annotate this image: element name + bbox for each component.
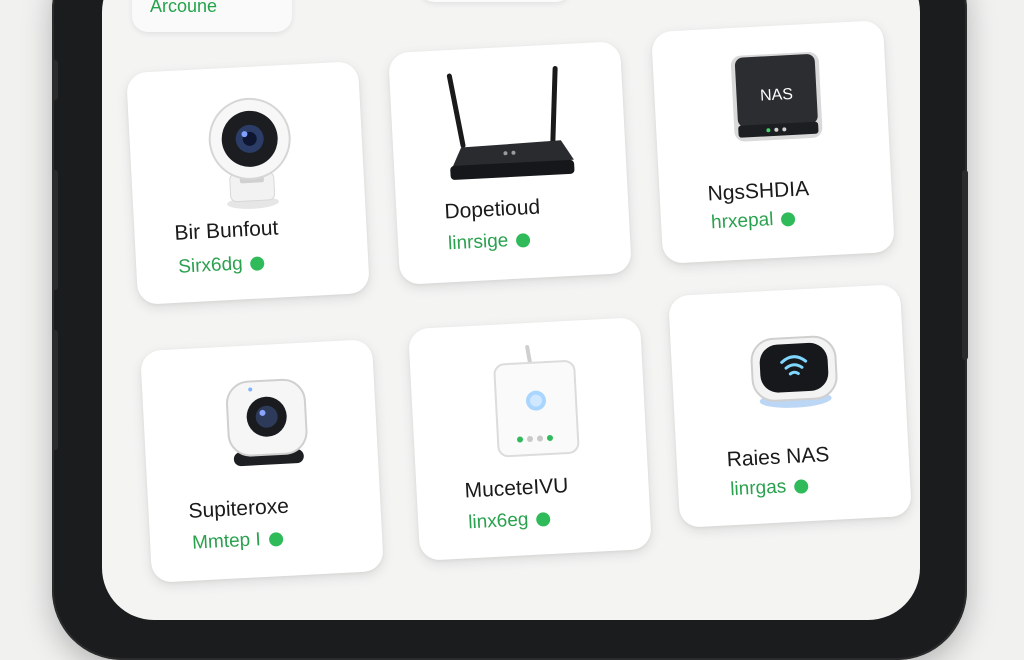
device-name: Raies NAS bbox=[726, 443, 830, 472]
device-status: Mmtep I bbox=[192, 528, 284, 555]
device-status: hrxepal bbox=[711, 208, 796, 234]
device-card[interactable]: MuceteIVU linx6eg bbox=[408, 317, 652, 561]
device-card[interactable]: Dopetioud linrsige bbox=[388, 41, 632, 285]
nas-label: NAS bbox=[760, 86, 794, 105]
status-dot bbox=[793, 479, 809, 494]
status-text: Sirx6dg bbox=[177, 253, 244, 278]
status-text: linrgas bbox=[729, 476, 787, 501]
top-pill[interactable] bbox=[420, 0, 570, 2]
device-card[interactable]: NAS NgsSHDIA hrxepal bbox=[651, 20, 895, 264]
status-text: hrxepal bbox=[710, 209, 774, 234]
device-name: NgsSHDIA bbox=[707, 177, 810, 206]
status-dot bbox=[268, 532, 284, 547]
app-screen: Arcoune Bir Bunfout Sirx6dg Dopetioud li… bbox=[102, 0, 920, 620]
account-label: Arcoune bbox=[150, 0, 218, 16]
status-text: linrsige bbox=[447, 230, 509, 255]
security-camera-icon bbox=[208, 97, 291, 209]
account-card[interactable]: Arcoune bbox=[132, 0, 292, 32]
device-card[interactable]: Bir Bunfout Sirx6dg bbox=[126, 61, 370, 305]
device-name: Bir Bunfout bbox=[173, 216, 279, 245]
hub-icon bbox=[493, 345, 580, 458]
webcam-icon bbox=[225, 378, 308, 467]
side-button bbox=[52, 330, 58, 450]
power-button bbox=[962, 170, 968, 360]
device-status: linrsige bbox=[448, 229, 531, 255]
smart-speaker-icon bbox=[750, 335, 838, 408]
device-status: linrgas bbox=[730, 475, 809, 501]
status-text: Mmtep I bbox=[191, 529, 262, 554]
nas-icon: NAS bbox=[730, 52, 823, 142]
volume-down-button bbox=[52, 170, 58, 290]
device-status: linx6eg bbox=[468, 508, 551, 534]
device-status: Sirx6dg bbox=[177, 252, 266, 278]
device-card[interactable]: Supiteroxe Mmtep I bbox=[140, 339, 384, 583]
volume-up-button bbox=[52, 60, 58, 100]
status-dot bbox=[536, 512, 551, 527]
router-icon bbox=[446, 66, 575, 180]
status-dot bbox=[250, 256, 266, 271]
status-text: linx6eg bbox=[467, 509, 529, 534]
device-name: Dopetioud bbox=[443, 195, 541, 224]
status-dot bbox=[515, 233, 531, 248]
device-name: MuceteIVU bbox=[464, 474, 569, 503]
status-dot bbox=[781, 211, 796, 227]
device-name: Supiteroxe bbox=[187, 494, 290, 523]
device-card[interactable]: Raies NAS linrgas bbox=[668, 284, 912, 528]
